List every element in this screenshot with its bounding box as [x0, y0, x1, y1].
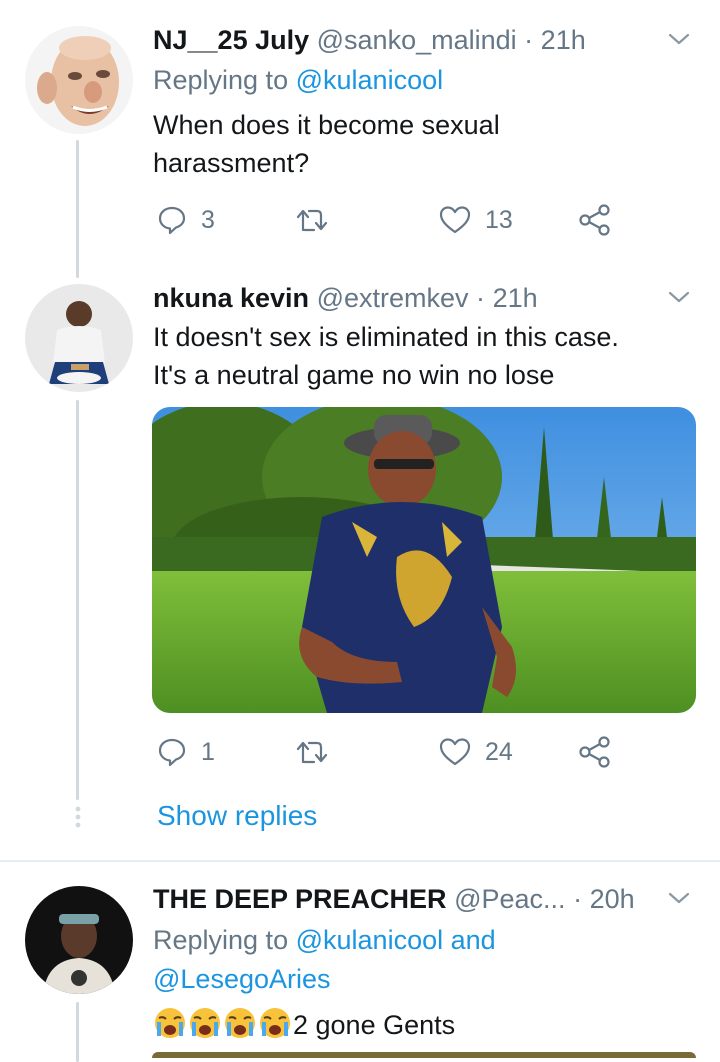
- separator: ·: [476, 283, 486, 313]
- crying-face-icon: [225, 1008, 255, 1038]
- thread-line: [76, 140, 79, 278]
- tweet-text-line: harassment?: [153, 148, 310, 178]
- replying-to-continued: @LesegoAries: [153, 960, 331, 998]
- avatar[interactable]: [25, 26, 133, 134]
- tweet-text: It doesn't sex is eliminated in this cas…: [153, 318, 680, 394]
- reply-count: 1: [201, 737, 215, 766]
- display-name[interactable]: nkuna kevin: [153, 283, 309, 313]
- crying-face-icon: [155, 1008, 185, 1038]
- retweet-icon: [296, 209, 328, 232]
- display-name[interactable]: THE DEEP PREACHER: [153, 884, 447, 914]
- reply-count: 3: [201, 205, 215, 234]
- share-icon: [579, 736, 610, 768]
- user-handle[interactable]: @Peac...: [454, 884, 565, 914]
- avatar[interactable]: [25, 284, 133, 392]
- crying-face-icon: [260, 1008, 290, 1038]
- tweet[interactable]: NJ__25 July @sanko_malindi · 21h Replyin…: [0, 0, 720, 278]
- like-count: 13: [485, 205, 513, 234]
- tweet-text-line: It's a neutral game no win no lose: [153, 360, 555, 390]
- share-button[interactable]: [579, 198, 611, 242]
- thread-line: [76, 1002, 79, 1062]
- tweet-header: THE DEEP PREACHER @Peac... · 20h: [153, 879, 660, 919]
- timestamp[interactable]: 21h: [493, 283, 538, 313]
- like-icon: [439, 738, 471, 766]
- mention-link[interactable]: @LesegoAries: [153, 964, 331, 994]
- crying-face-icon: [190, 1008, 220, 1038]
- timestamp[interactable]: 20h: [590, 884, 635, 914]
- retweet-icon: [296, 741, 328, 764]
- user-handle[interactable]: @sanko_malindi: [317, 25, 517, 55]
- tweet-photo[interactable]: [152, 407, 696, 713]
- mention-link[interactable]: @kulanicool: [296, 925, 444, 955]
- separator: ·: [524, 25, 534, 55]
- reply-icon: [158, 206, 186, 235]
- like-button[interactable]: 24: [439, 730, 513, 774]
- retweet-button[interactable]: [295, 198, 329, 242]
- separator: ·: [573, 884, 583, 914]
- replying-to-label: Replying to: [153, 65, 289, 95]
- mention-link[interactable]: @kulanicool: [296, 65, 444, 95]
- tweet[interactable]: THE DEEP PREACHER @Peac... · 20h Replyin…: [0, 862, 720, 1062]
- chevron-down-icon[interactable]: [666, 885, 692, 911]
- share-button[interactable]: [579, 730, 611, 774]
- share-icon: [579, 204, 610, 236]
- tweet-text: When does it become sexual harassment?: [153, 106, 680, 182]
- avatar[interactable]: [25, 886, 133, 994]
- thread-line: [76, 400, 79, 800]
- reply-icon: [158, 738, 186, 767]
- timestamp[interactable]: 21h: [541, 25, 586, 55]
- tweet-text: 2 gone Gents: [153, 1006, 680, 1044]
- more-replies-dots-icon: [75, 806, 81, 828]
- retweet-button[interactable]: [295, 730, 329, 774]
- chevron-down-icon[interactable]: [666, 284, 692, 310]
- tweet-header: nkuna kevin @extremkev · 21h: [153, 278, 660, 318]
- user-handle[interactable]: @extremkev: [317, 283, 469, 313]
- like-icon: [439, 206, 471, 234]
- replying-to: Replying to @kulanicool: [153, 61, 443, 99]
- tweet-text-line: 2 gone Gents: [293, 1010, 456, 1040]
- reply-button[interactable]: 1: [157, 730, 215, 774]
- mention-and[interactable]: and: [451, 925, 496, 955]
- chevron-down-icon[interactable]: [666, 26, 692, 52]
- like-button[interactable]: 13: [439, 198, 513, 242]
- tweet-actions: 1 24: [153, 730, 623, 774]
- display-name[interactable]: NJ__25 July: [153, 25, 309, 55]
- media-preview-edge: [152, 1052, 696, 1058]
- tweet-header: NJ__25 July @sanko_malindi · 21h: [153, 20, 660, 60]
- replying-to-label: Replying to: [153, 925, 289, 955]
- replying-to: Replying to @kulanicool and: [153, 921, 496, 959]
- tweet-actions: 3 13: [153, 198, 623, 242]
- show-replies-link[interactable]: Show replies: [157, 796, 317, 836]
- like-count: 24: [485, 737, 513, 766]
- tweet-text-line: It doesn't sex is eliminated in this cas…: [153, 322, 619, 352]
- reply-button[interactable]: 3: [157, 198, 215, 242]
- tweet-text-line: When does it become sexual: [153, 110, 500, 140]
